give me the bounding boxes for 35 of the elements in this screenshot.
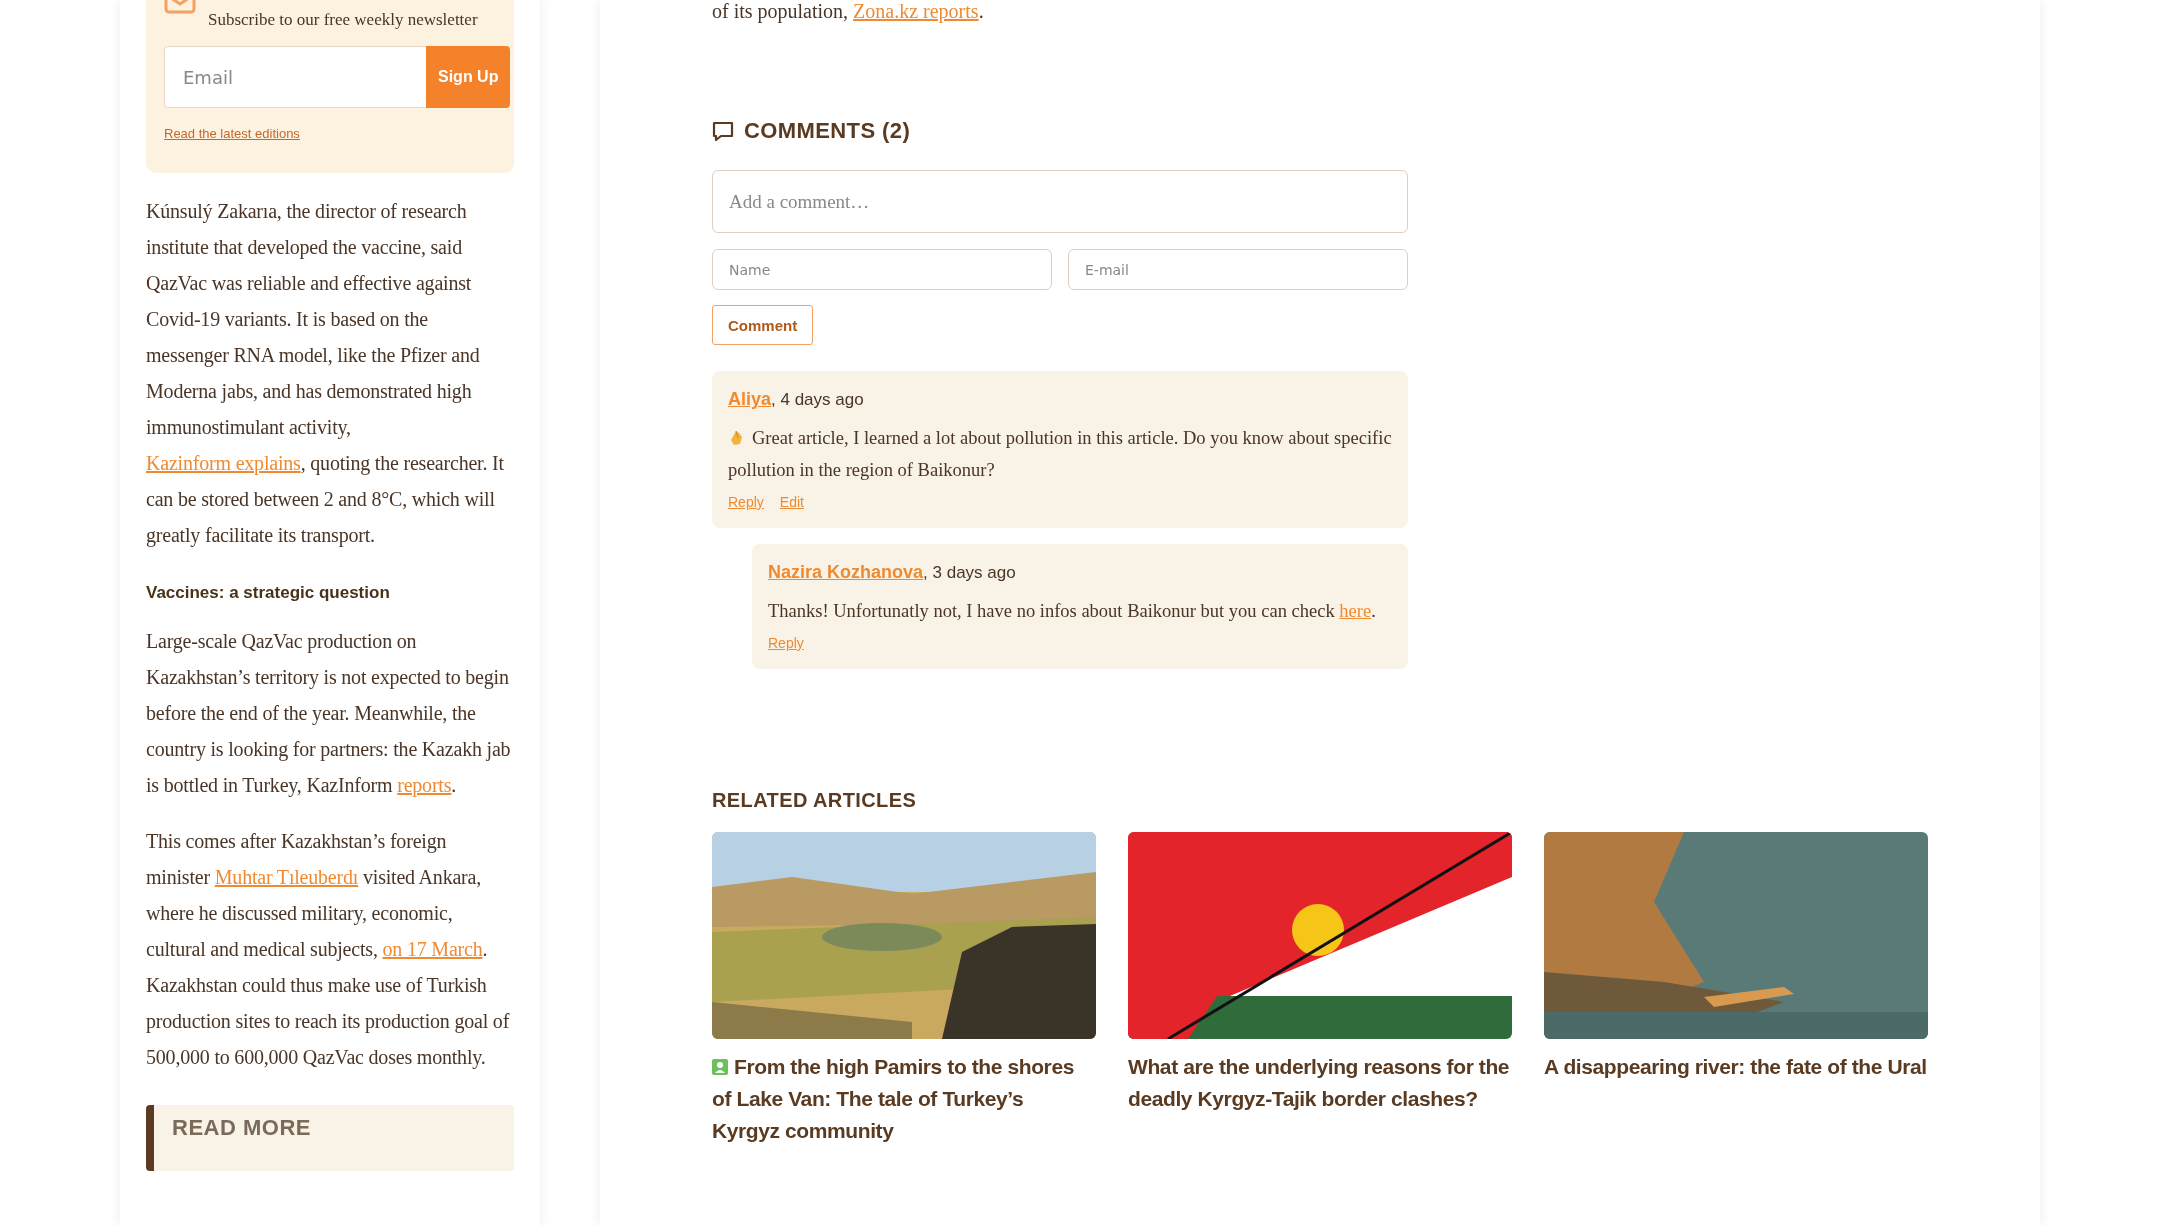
comment-date: , 4 days ago [771,390,864,410]
sign-up-button[interactable]: Sign Up [426,46,511,108]
text-link[interactable]: Zona.kz reports [853,0,979,22]
comment-text: Thanks! Unfortunatly not, I have no infos about Baikonur but you can check here. [768,600,1377,623]
comment-field[interactable]: Add a comment… [712,170,1408,233]
text-link[interactable]: Muhtar Tıleuberdı [214,866,359,888]
section-heading: Vaccines: a strategic question [146,583,391,603]
article-title-link[interactable]: What are the underlying reasons for the deadly Kyrgyz-Tajik border clashes? [1128,1051,1512,1115]
speech-bubble-icon [712,120,734,142]
article-title-link[interactable]: A disappearing river: the fate of the Ural [1544,1051,1928,1083]
comment-button[interactable]: Comment [712,305,814,345]
comment-action-link[interactable]: Reply [728,494,764,510]
author-link[interactable]: Nazira Kozhanova [768,562,924,583]
related-heading: RELATED ARTICLES [712,789,918,812]
email-field[interactable]: Email [164,46,426,108]
name-field[interactable]: Name [712,249,1052,290]
article-title-link[interactable]: From the high Pamirs to the shores of Lake Van: The tale of Turkey’s Kyrgyz community [712,1051,1096,1147]
comment-date: , 3 days ago [923,563,1016,583]
text-link[interactable]: here [1339,601,1372,621]
newsletter-subtitle: Subscribe to our free weekly newsletter [208,10,478,30]
latest-editions-link[interactable]: Read the latest editions [164,126,300,141]
text-link[interactable]: on 17 March [382,938,483,960]
article-paragraph: Kúnsulý Zakarıa, the director of research institute that developed the vaccine, said QazVac was reliable and effective against Covid-19 variants. It is based on the messenger RNA model, like the Pfizer and Moderna jabs, and has demonstrated high immunostimulant activity, Kazinform explains, quoting the researcher. It can be stored between 2 and 8°C, which will greatly facilitate its transport. [146,199,505,549]
email-field[interactable]: E-mail [1068,249,1408,290]
comments-heading: COMMENTS (2) [744,118,911,144]
article-paragraph: This comes after Kazakhstan’s foreign minister Muhtar Tıleuberdı visited Ankara, where he discussed military, economic, cultural and medical subjects, on 17 March. Kazakhstan could thus make use of Turkish production sites to reach its production goal of 500,000 to 600,000 QazVac doses monthly. [146,829,511,1071]
comment-text: Great article, I learned a lot about pollution in this article. Do you know about specific pollution in the region of Baikonur? [728,427,1392,482]
read-more-title: READ MORE [172,1115,311,1140]
comment-action-link[interactable]: Edit [779,494,804,510]
text-link[interactable]: Kazinform explains [146,452,301,474]
article-paragraph: of its population, Zona.kz reports. [712,0,985,22]
article-paragraph: Large-scale QazVac production on Kazakhstan’s territory is not expected to begin before the end of the year. Meanwhile, the country is looking for partners: the Kazakh jab is bottled in Turkey, KazInform reports. [146,629,512,799]
comment-action-link[interactable]: Reply [768,635,804,651]
text-link[interactable]: reports [397,774,452,796]
author-link[interactable]: Aliya [728,389,772,410]
